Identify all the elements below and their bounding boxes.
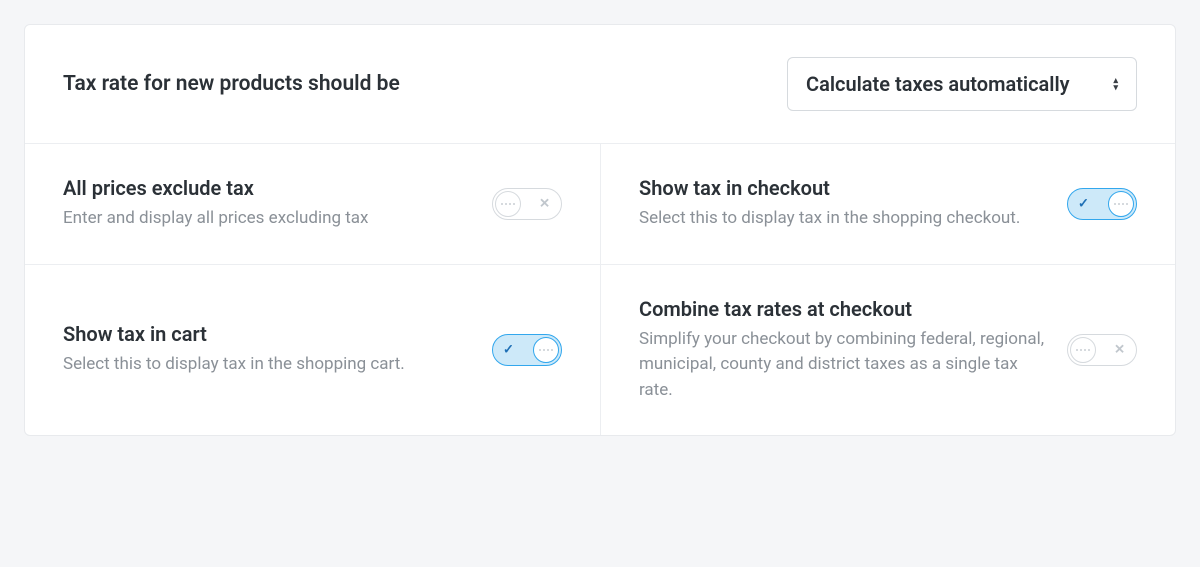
setting-text: Show tax in cart Select this to display … bbox=[63, 322, 472, 378]
header-title: Tax rate for new products should be bbox=[63, 72, 400, 96]
setting-combine-tax-rates: Combine tax rates at checkout Simplify y… bbox=[600, 264, 1175, 436]
check-icon: ✓ bbox=[503, 342, 514, 357]
setting-prices-exclude-tax: All prices exclude tax Enter and display… bbox=[25, 144, 600, 264]
toggle-knob bbox=[495, 191, 521, 217]
setting-show-tax-checkout: Show tax in checkout Select this to disp… bbox=[600, 144, 1175, 264]
tax-rate-select[interactable]: Calculate taxes automatically ▴▾ bbox=[787, 57, 1137, 111]
toggle-knob bbox=[1070, 337, 1096, 363]
select-caret-icon: ▴▾ bbox=[1113, 78, 1118, 91]
setting-desc: Enter and display all prices excluding t… bbox=[63, 206, 472, 232]
toggle-show-tax-checkout[interactable]: ✓ bbox=[1067, 188, 1137, 220]
setting-text: Combine tax rates at checkout Simplify y… bbox=[639, 297, 1047, 404]
setting-text: All prices exclude tax Enter and display… bbox=[63, 176, 472, 232]
header-row: Tax rate for new products should be Calc… bbox=[25, 25, 1175, 144]
setting-show-tax-cart: Show tax in cart Select this to display … bbox=[25, 264, 600, 436]
setting-desc: Select this to display tax in the shoppi… bbox=[639, 206, 1047, 232]
x-icon: ✕ bbox=[539, 196, 550, 211]
check-icon: ✓ bbox=[1078, 196, 1089, 211]
setting-title: Show tax in checkout bbox=[639, 176, 1047, 200]
x-icon: ✕ bbox=[1114, 342, 1125, 357]
setting-desc: Simplify your checkout by combining fede… bbox=[639, 327, 1047, 404]
settings-grid: All prices exclude tax Enter and display… bbox=[25, 144, 1175, 435]
setting-text: Show tax in checkout Select this to disp… bbox=[639, 176, 1047, 232]
tax-settings-panel: Tax rate for new products should be Calc… bbox=[24, 24, 1176, 436]
toggle-show-tax-cart[interactable]: ✓ bbox=[492, 334, 562, 366]
setting-desc: Select this to display tax in the shoppi… bbox=[63, 352, 472, 378]
toggle-knob bbox=[533, 337, 559, 363]
toggle-combine-tax-rates[interactable]: ✕ bbox=[1067, 334, 1137, 366]
setting-title: Show tax in cart bbox=[63, 322, 472, 346]
tax-rate-select-wrap: Calculate taxes automatically ▴▾ bbox=[787, 57, 1137, 111]
toggle-prices-exclude-tax[interactable]: ✕ bbox=[492, 188, 562, 220]
toggle-knob bbox=[1108, 191, 1134, 217]
tax-rate-select-value: Calculate taxes automatically bbox=[806, 72, 1070, 96]
setting-title: Combine tax rates at checkout bbox=[639, 297, 1047, 321]
setting-title: All prices exclude tax bbox=[63, 176, 472, 200]
